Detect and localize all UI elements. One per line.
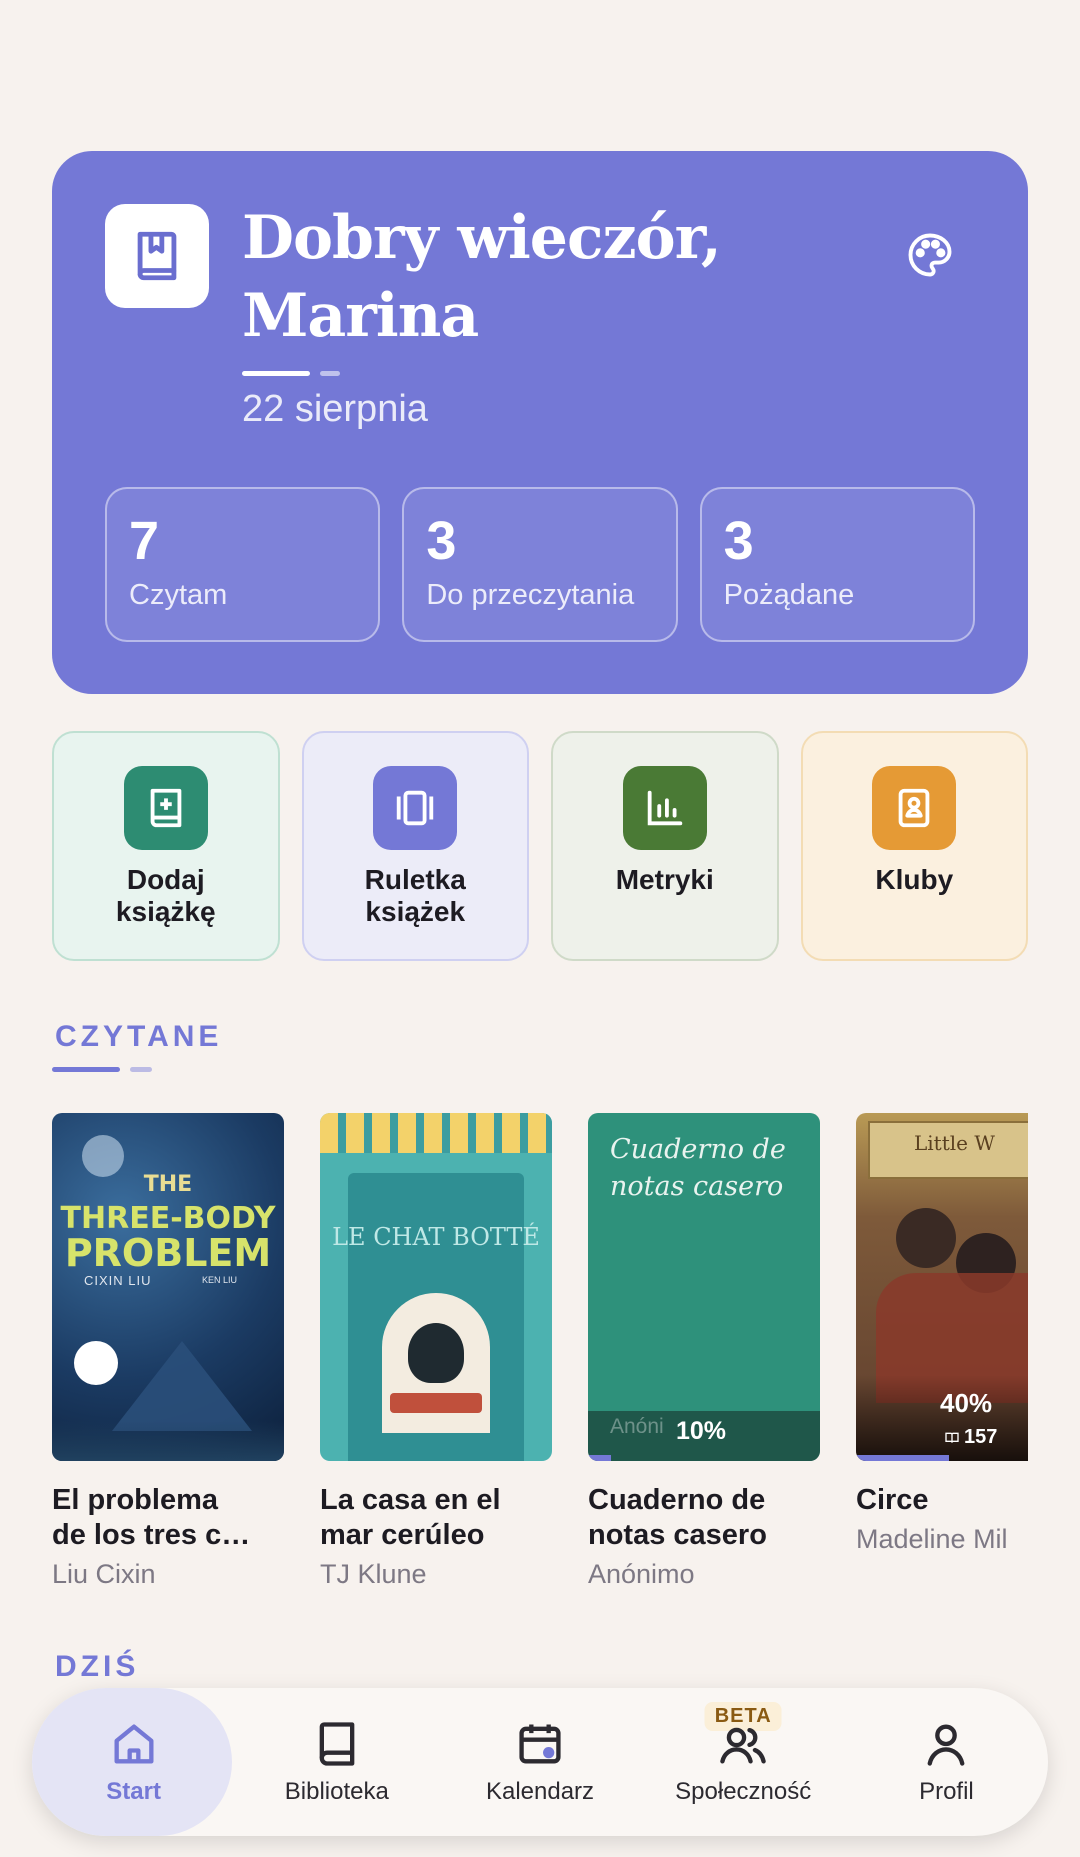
app-logo [105, 204, 209, 308]
book-card[interactable]: LE CHAT BOTTÉ La casa en el mar cerúleo … [320, 1113, 552, 1590]
cover-title: Little W [914, 1131, 995, 1155]
current-date: 22 sierpnia [242, 388, 428, 430]
book-card[interactable]: Little W 40% 157 Circe Madeline Mil [856, 1113, 1028, 1555]
nav-label: Start [106, 1778, 161, 1805]
book-card[interactable]: THE THREE-BODY PROBLEM CIXIN LIU KEN LIU… [52, 1113, 284, 1590]
book-card[interactable]: Cuaderno de notas casero Anóni 10% Cuade… [588, 1113, 820, 1590]
book-roulette-button[interactable]: Ruletka książek [301, 731, 529, 961]
nav-label: Społeczność [675, 1778, 812, 1805]
book-author: Anónimo [588, 1559, 695, 1589]
clubs-button[interactable]: Kluby [800, 731, 1028, 961]
nav-label: Biblioteka [284, 1778, 389, 1805]
nav-library[interactable]: Biblioteka [235, 1688, 438, 1836]
greeting-title: Dobry wieczór, Marina [242, 203, 722, 351]
section-title-today: DZIŚ [55, 1650, 140, 1683]
cover-title: Cuaderno de notas casero [610, 1134, 786, 1202]
book-title: El problema [52, 1484, 218, 1516]
club-icon [872, 766, 957, 850]
title-underline [242, 371, 310, 376]
pyramid-decoration [112, 1341, 252, 1431]
cover-author: Anóni [610, 1415, 664, 1438]
cover-title: LE CHAT BOTTÉ [332, 1223, 540, 1251]
book-author: TJ Klune [320, 1559, 427, 1589]
figure-decoration [896, 1208, 956, 1268]
theme-palette-button[interactable] [902, 227, 958, 283]
nav-calendar[interactable]: Kalendarz [438, 1688, 641, 1836]
award-badge-icon [74, 1341, 118, 1385]
stat-value: 3 [723, 511, 754, 571]
book-cover: Little W 40% 157 [856, 1113, 1028, 1461]
nav-label: Kalendarz [485, 1778, 595, 1805]
bookmark-book-icon [137, 231, 177, 281]
roulette-icon [373, 766, 458, 850]
cover-line: PROBLEM [64, 1231, 272, 1275]
stat-label: Pożądane [723, 579, 855, 611]
stat-reading[interactable]: 7 Czytam [105, 487, 381, 642]
book-title: notas casero [588, 1519, 767, 1551]
quick-actions: Dodaj książkę Ruletka książek Metryki Kl… [52, 731, 1028, 961]
home-icon [114, 1724, 154, 1764]
greeting-card: Dobry wieczór, Marina 22 sierpnia 7 Czyt… [52, 151, 1028, 694]
book-author: Madeline Mil [856, 1524, 1008, 1554]
cat-icon [408, 1323, 464, 1383]
book-title: mar cerúleo [320, 1519, 485, 1551]
stat-to-read[interactable]: 3 Do przeczytania [402, 487, 678, 642]
progress-percent: 10% [676, 1417, 727, 1445]
nav-start[interactable]: Start [32, 1688, 235, 1836]
library-icon [319, 1722, 355, 1766]
open-book-icon [945, 1432, 959, 1443]
cover-shade [52, 1421, 284, 1461]
metrics-button[interactable]: Metryki [551, 731, 779, 961]
book-cover: LE CHAT BOTTÉ [320, 1113, 552, 1461]
progress-bar [856, 1455, 949, 1461]
progress-bar [588, 1455, 612, 1461]
book-title: de los tres c… [52, 1519, 251, 1551]
book-title: Circe [856, 1484, 929, 1516]
add-book-icon [123, 766, 208, 850]
action-label: Ruletka książek [364, 864, 466, 927]
community-icon [720, 1727, 766, 1764]
action-label: Metryki [615, 864, 714, 895]
stat-value: 3 [426, 511, 457, 571]
profile-icon [927, 1724, 965, 1766]
pages-count: 157 [964, 1426, 998, 1448]
chart-icon [622, 766, 707, 850]
nav-profile[interactable]: Profil [845, 1688, 1048, 1836]
stat-wishlist[interactable]: 3 Pożądane [699, 487, 975, 642]
action-label: Dodaj książkę [115, 864, 216, 927]
nav-community[interactable]: BETA Społeczność [642, 1688, 845, 1836]
section-title-reading: CZYTANE [55, 1020, 223, 1053]
cover-line: THE [143, 1172, 193, 1197]
section-underline-dot [130, 1067, 152, 1072]
book-title: La casa en el [320, 1484, 501, 1516]
bunting-decoration [320, 1113, 552, 1153]
palette-icon [908, 233, 952, 277]
stat-label: Do przeczytania [426, 579, 635, 611]
stat-value: 7 [129, 511, 160, 571]
progress-percent: 40% [940, 1388, 993, 1418]
book-title: Cuaderno de [588, 1484, 766, 1516]
bottom-navigation: Start Biblioteka Kalendarz BETA Społeczn… [32, 1688, 1048, 1836]
cover-detail [390, 1393, 482, 1413]
section-underline [52, 1067, 120, 1072]
stat-label: Czytam [129, 579, 228, 611]
reading-stats: 7 Czytam 3 Do przeczytania 3 Pożądane [105, 487, 975, 642]
book-cover: THE THREE-BODY PROBLEM CIXIN LIU KEN LIU [52, 1113, 284, 1461]
title-underline-dot [320, 371, 340, 376]
cover-author: CIXIN LIU [84, 1273, 152, 1288]
book-cover: Cuaderno de notas casero Anóni 10% [588, 1113, 820, 1461]
add-book-button[interactable]: Dodaj książkę [52, 731, 280, 961]
book-author: Liu Cixin [52, 1559, 156, 1589]
cover-translator: KEN LIU [202, 1275, 238, 1285]
nav-label: Profil [919, 1778, 974, 1805]
reading-carousel[interactable]: THE THREE-BODY PROBLEM CIXIN LIU KEN LIU… [52, 1113, 1028, 1593]
calendar-icon [519, 1724, 561, 1764]
action-label: Kluby [875, 864, 954, 895]
pages-info: 157 [944, 1426, 997, 1449]
